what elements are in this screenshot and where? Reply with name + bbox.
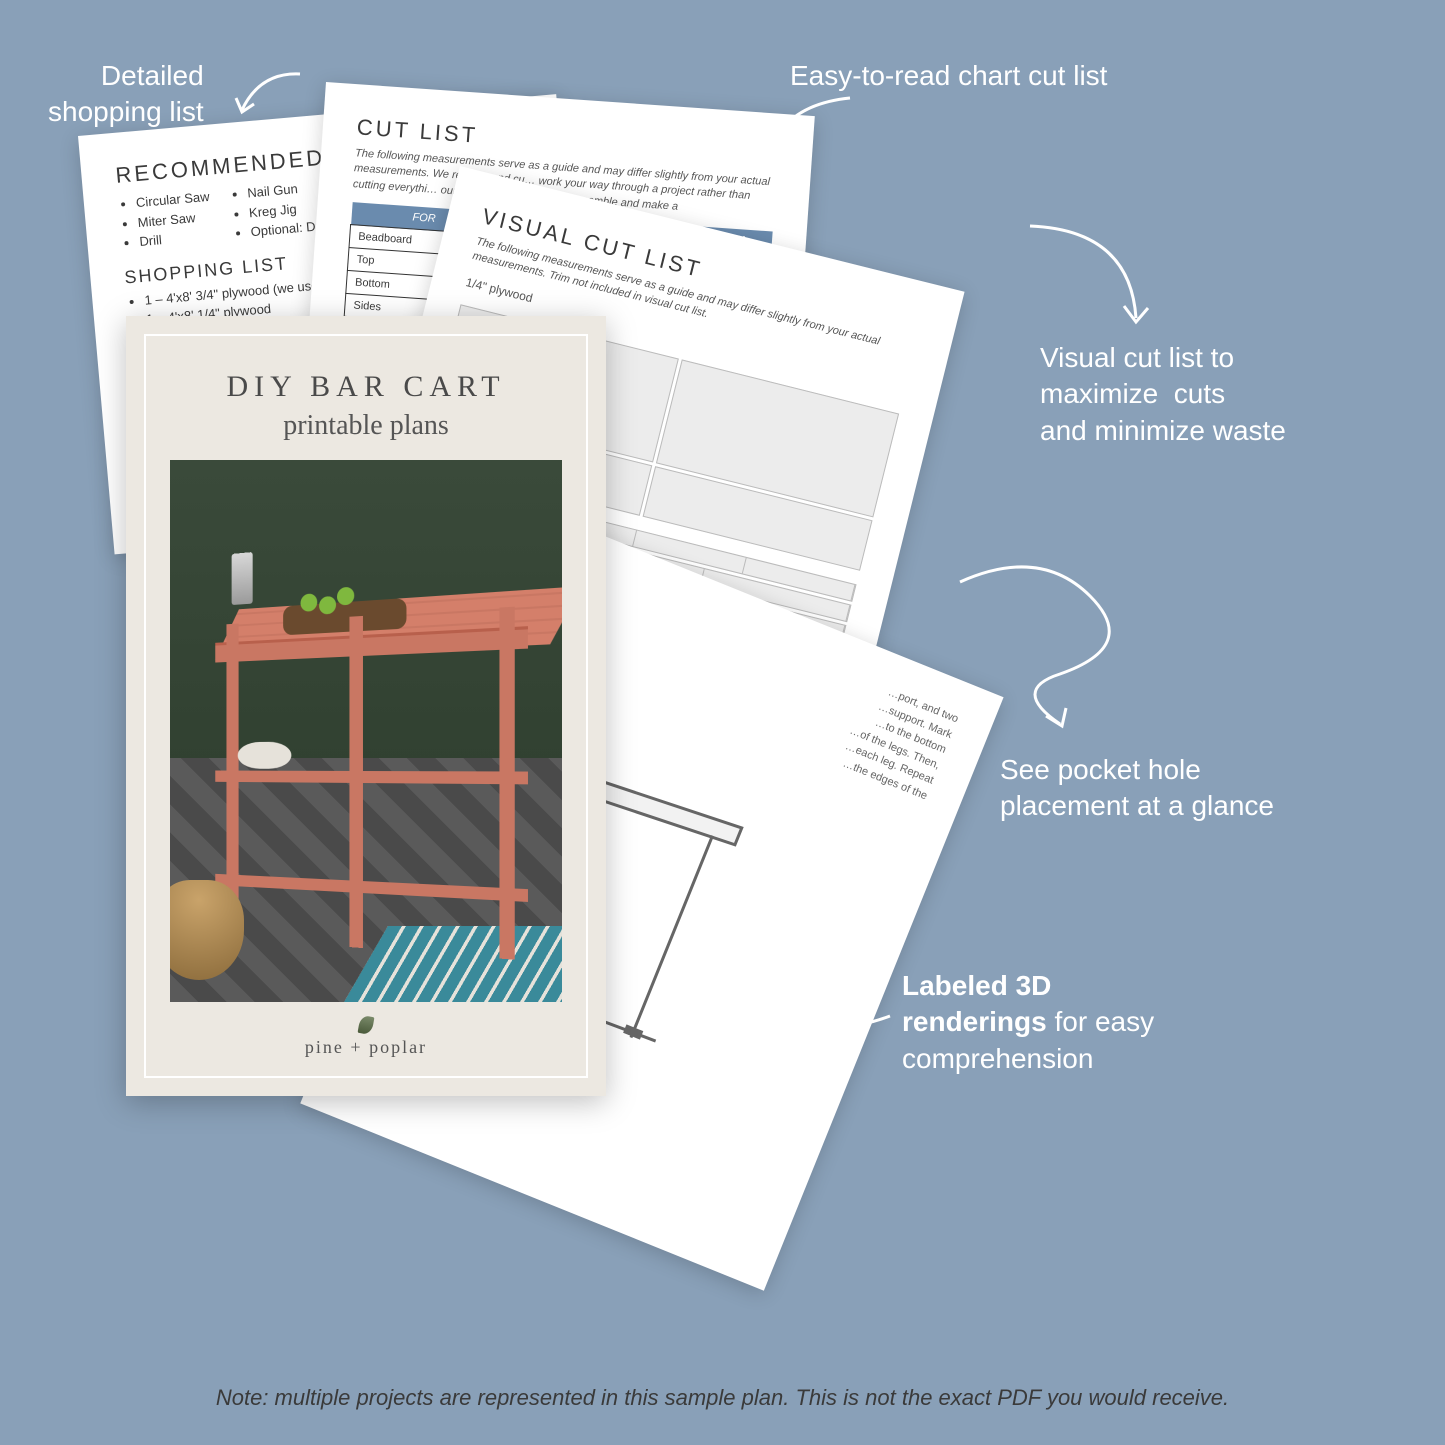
callout-shopping: Detailedshopping list bbox=[48, 58, 204, 131]
cover-subtitle: printable plans bbox=[170, 410, 562, 442]
cover-page: DIY BAR CART printable plans pine + popl… bbox=[126, 316, 606, 1096]
arrow-icon bbox=[1020, 218, 1160, 348]
tools-col-a: Circular SawMiter SawDrill bbox=[117, 187, 213, 253]
cover-photo bbox=[170, 460, 562, 1002]
callout-chart: Easy-to-read chart cut list bbox=[790, 58, 1107, 94]
callout-pocket: See pocket holeplacement at a glance bbox=[1000, 752, 1274, 825]
footer-note: Note: multiple projects are represented … bbox=[0, 1385, 1445, 1411]
brand-logo: pine + poplar bbox=[170, 1016, 562, 1058]
callout-visual: Visual cut list tomaximize cutsand minim… bbox=[1040, 340, 1286, 449]
leaf-icon bbox=[358, 1015, 375, 1035]
cover-title: DIY BAR CART bbox=[170, 370, 562, 404]
callout-render: Labeled 3Drenderings for easycomprehensi… bbox=[902, 968, 1154, 1077]
bar-cart-illustration bbox=[216, 566, 529, 960]
